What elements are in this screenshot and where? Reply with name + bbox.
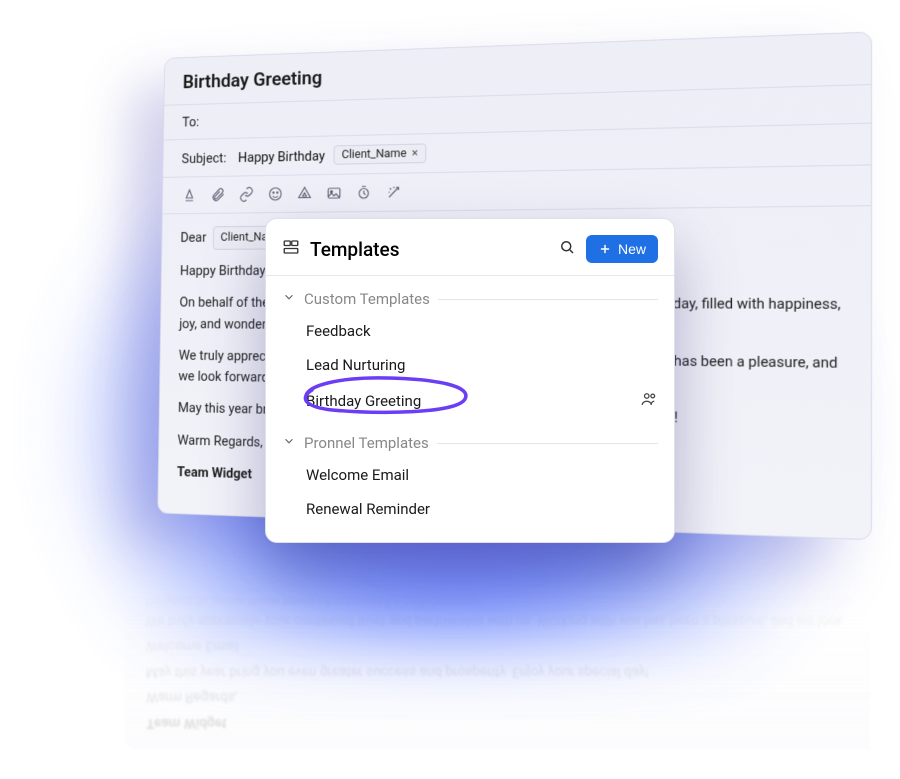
template-label: Welcome Email xyxy=(306,466,409,484)
reflection: Team Widget Warm Regards, May this year … xyxy=(100,520,870,750)
section-header-custom[interactable]: Custom Templates xyxy=(282,290,658,308)
popover-title: Templates xyxy=(310,238,548,261)
chip-label: Client_Name xyxy=(342,147,407,162)
chip-remove-icon[interactable]: × xyxy=(412,146,418,160)
search-icon[interactable] xyxy=(558,238,576,260)
schedule-icon[interactable] xyxy=(355,183,373,202)
subject-text: Happy Birthday xyxy=(238,147,325,165)
pronnel-templates-section: Pronnel Templates Welcome Email Renewal … xyxy=(266,420,674,526)
template-item-feedback[interactable]: Feedback xyxy=(282,314,658,348)
chevron-down-icon xyxy=(282,290,296,308)
template-label: Lead Nurturing xyxy=(306,356,405,374)
subject-variable-chip[interactable]: Client_Name × xyxy=(334,143,427,164)
link-icon[interactable] xyxy=(238,185,255,203)
template-item-lead-nurturing[interactable]: Lead Nurturing xyxy=(282,348,658,382)
shared-icon xyxy=(640,390,658,412)
template-item-welcome-email[interactable]: Welcome Email xyxy=(282,458,658,492)
template-label: Birthday Greeting xyxy=(306,392,421,410)
chevron-down-icon xyxy=(282,434,296,452)
template-item-birthday-greeting[interactable]: Birthday Greeting xyxy=(282,382,658,420)
section-header-pronnel[interactable]: Pronnel Templates xyxy=(282,434,658,452)
magic-icon[interactable] xyxy=(385,183,403,202)
text-color-icon[interactable] xyxy=(181,186,198,204)
image-icon[interactable] xyxy=(325,184,343,203)
drive-icon[interactable] xyxy=(296,184,313,202)
template-item-renewal-reminder[interactable]: Renewal Reminder xyxy=(282,492,658,526)
divider xyxy=(438,299,658,300)
emoji-icon[interactable] xyxy=(267,185,284,203)
template-label: Renewal Reminder xyxy=(306,500,430,518)
to-label: To: xyxy=(182,114,199,131)
new-template-button[interactable]: New xyxy=(586,235,658,263)
divider xyxy=(437,443,658,444)
template-label: Feedback xyxy=(306,322,371,340)
custom-templates-section: Custom Templates Feedback Lead Nurturing… xyxy=(266,276,674,420)
templates-popover: Templates New Custom Templates Feedback xyxy=(265,218,675,543)
attachment-icon[interactable] xyxy=(209,186,226,204)
salutation-text: Dear xyxy=(180,228,206,249)
new-button-label: New xyxy=(618,241,646,257)
section-title: Custom Templates xyxy=(304,290,430,308)
section-title: Pronnel Templates xyxy=(304,434,429,452)
subject-label: Subject: xyxy=(182,149,227,166)
templates-icon xyxy=(282,238,300,260)
